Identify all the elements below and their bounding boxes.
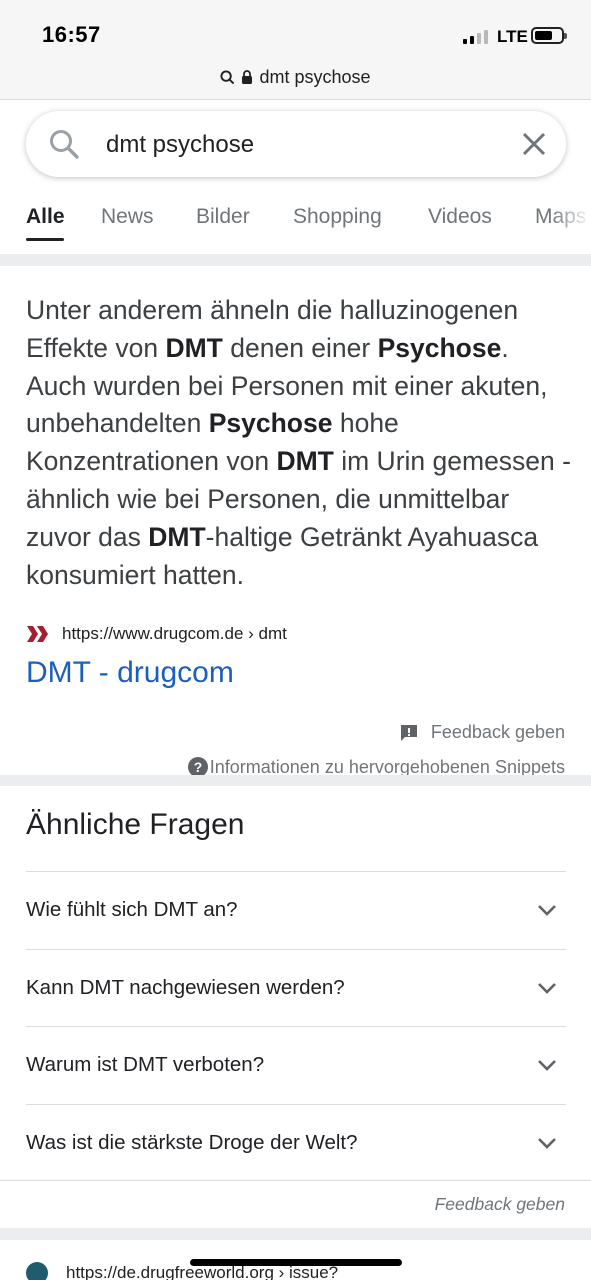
info-label: Informationen zu hervorgehobenen Snippet…: [209, 757, 565, 775]
search-box[interactable]: dmt psychose: [26, 111, 566, 177]
source-url: https://www.drugcom.de › dmt: [62, 624, 287, 643]
section-divider: [0, 775, 591, 786]
related-question[interactable]: Wie fühlt sich DMT an?: [26, 871, 566, 949]
related-questions-title: Ähnliche Fragen: [26, 808, 245, 841]
active-tab-indicator: [26, 238, 64, 241]
section-divider: [0, 254, 591, 266]
related-questions-list: Wie fühlt sich DMT an? Kann DMT nachgewi…: [26, 871, 566, 1181]
question-text: Warum ist DMT verboten?: [26, 1053, 265, 1077]
lock-icon: [242, 70, 253, 84]
snippet-info[interactable]: ? Informationen zu hervorgehobenen Snipp…: [187, 757, 565, 775]
status-bar: 16:57 LTE: [0, 0, 591, 56]
network-label: LTE: [497, 27, 528, 46]
tabs-fade: [551, 195, 591, 245]
drugcom-favicon: [27, 626, 48, 642]
help-icon: ?: [187, 757, 208, 775]
signal-bars-icon: [463, 28, 488, 44]
question-text: Kann DMT nachgewiesen werden?: [26, 975, 345, 999]
tab-alle[interactable]: Alle: [26, 205, 65, 229]
tab-bilder[interactable]: Bilder: [196, 205, 250, 229]
clock: 16:57: [42, 22, 101, 47]
search-tabs: Alle News Bilder Shopping Videos Maps: [0, 195, 591, 245]
snippet-source[interactable]: https://www.drugcom.de › dmt: [26, 624, 287, 644]
search-icon: [220, 70, 235, 85]
tab-videos[interactable]: Videos: [428, 205, 492, 229]
chevron-down-icon: [538, 905, 556, 917]
search-icon[interactable]: [48, 128, 80, 160]
battery-icon: [531, 27, 567, 44]
related-questions-feedback[interactable]: Feedback geben: [435, 1194, 565, 1215]
related-question[interactable]: Was ist die stärkste Droge der Welt?: [26, 1103, 566, 1182]
home-indicator[interactable]: [190, 1259, 402, 1266]
url-text: dmt psychose: [259, 67, 371, 87]
search-input[interactable]: dmt psychose: [106, 131, 254, 159]
question-text: Wie fühlt sich DMT an?: [26, 898, 238, 922]
close-icon[interactable]: [520, 130, 548, 158]
feedback-icon: [400, 724, 417, 741]
chevron-down-icon: [538, 982, 556, 994]
result-title-link[interactable]: DMT - drugcom: [26, 656, 234, 690]
section-divider: [0, 1228, 591, 1240]
related-question[interactable]: Kann DMT nachgewiesen werden?: [26, 948, 566, 1027]
question-text: Was ist die stärkste Droge der Welt?: [26, 1130, 358, 1154]
tab-shopping[interactable]: Shopping: [293, 205, 382, 229]
svg-text:?: ?: [193, 759, 202, 775]
chevron-down-icon: [538, 1060, 556, 1072]
divider: [0, 1180, 591, 1181]
tab-news[interactable]: News: [101, 205, 154, 229]
feedback-label: Feedback geben: [430, 722, 565, 742]
snippet-feedback[interactable]: Feedback geben: [399, 722, 565, 743]
browser-url-bar[interactable]: dmt psychose: [0, 56, 591, 100]
chevron-down-icon: [538, 1137, 556, 1149]
globe-icon: [26, 1262, 48, 1280]
featured-snippet-text: Unter anderem ähneln die halluzinogenen …: [26, 295, 571, 590]
related-question[interactable]: Warum ist DMT verboten?: [26, 1026, 566, 1104]
